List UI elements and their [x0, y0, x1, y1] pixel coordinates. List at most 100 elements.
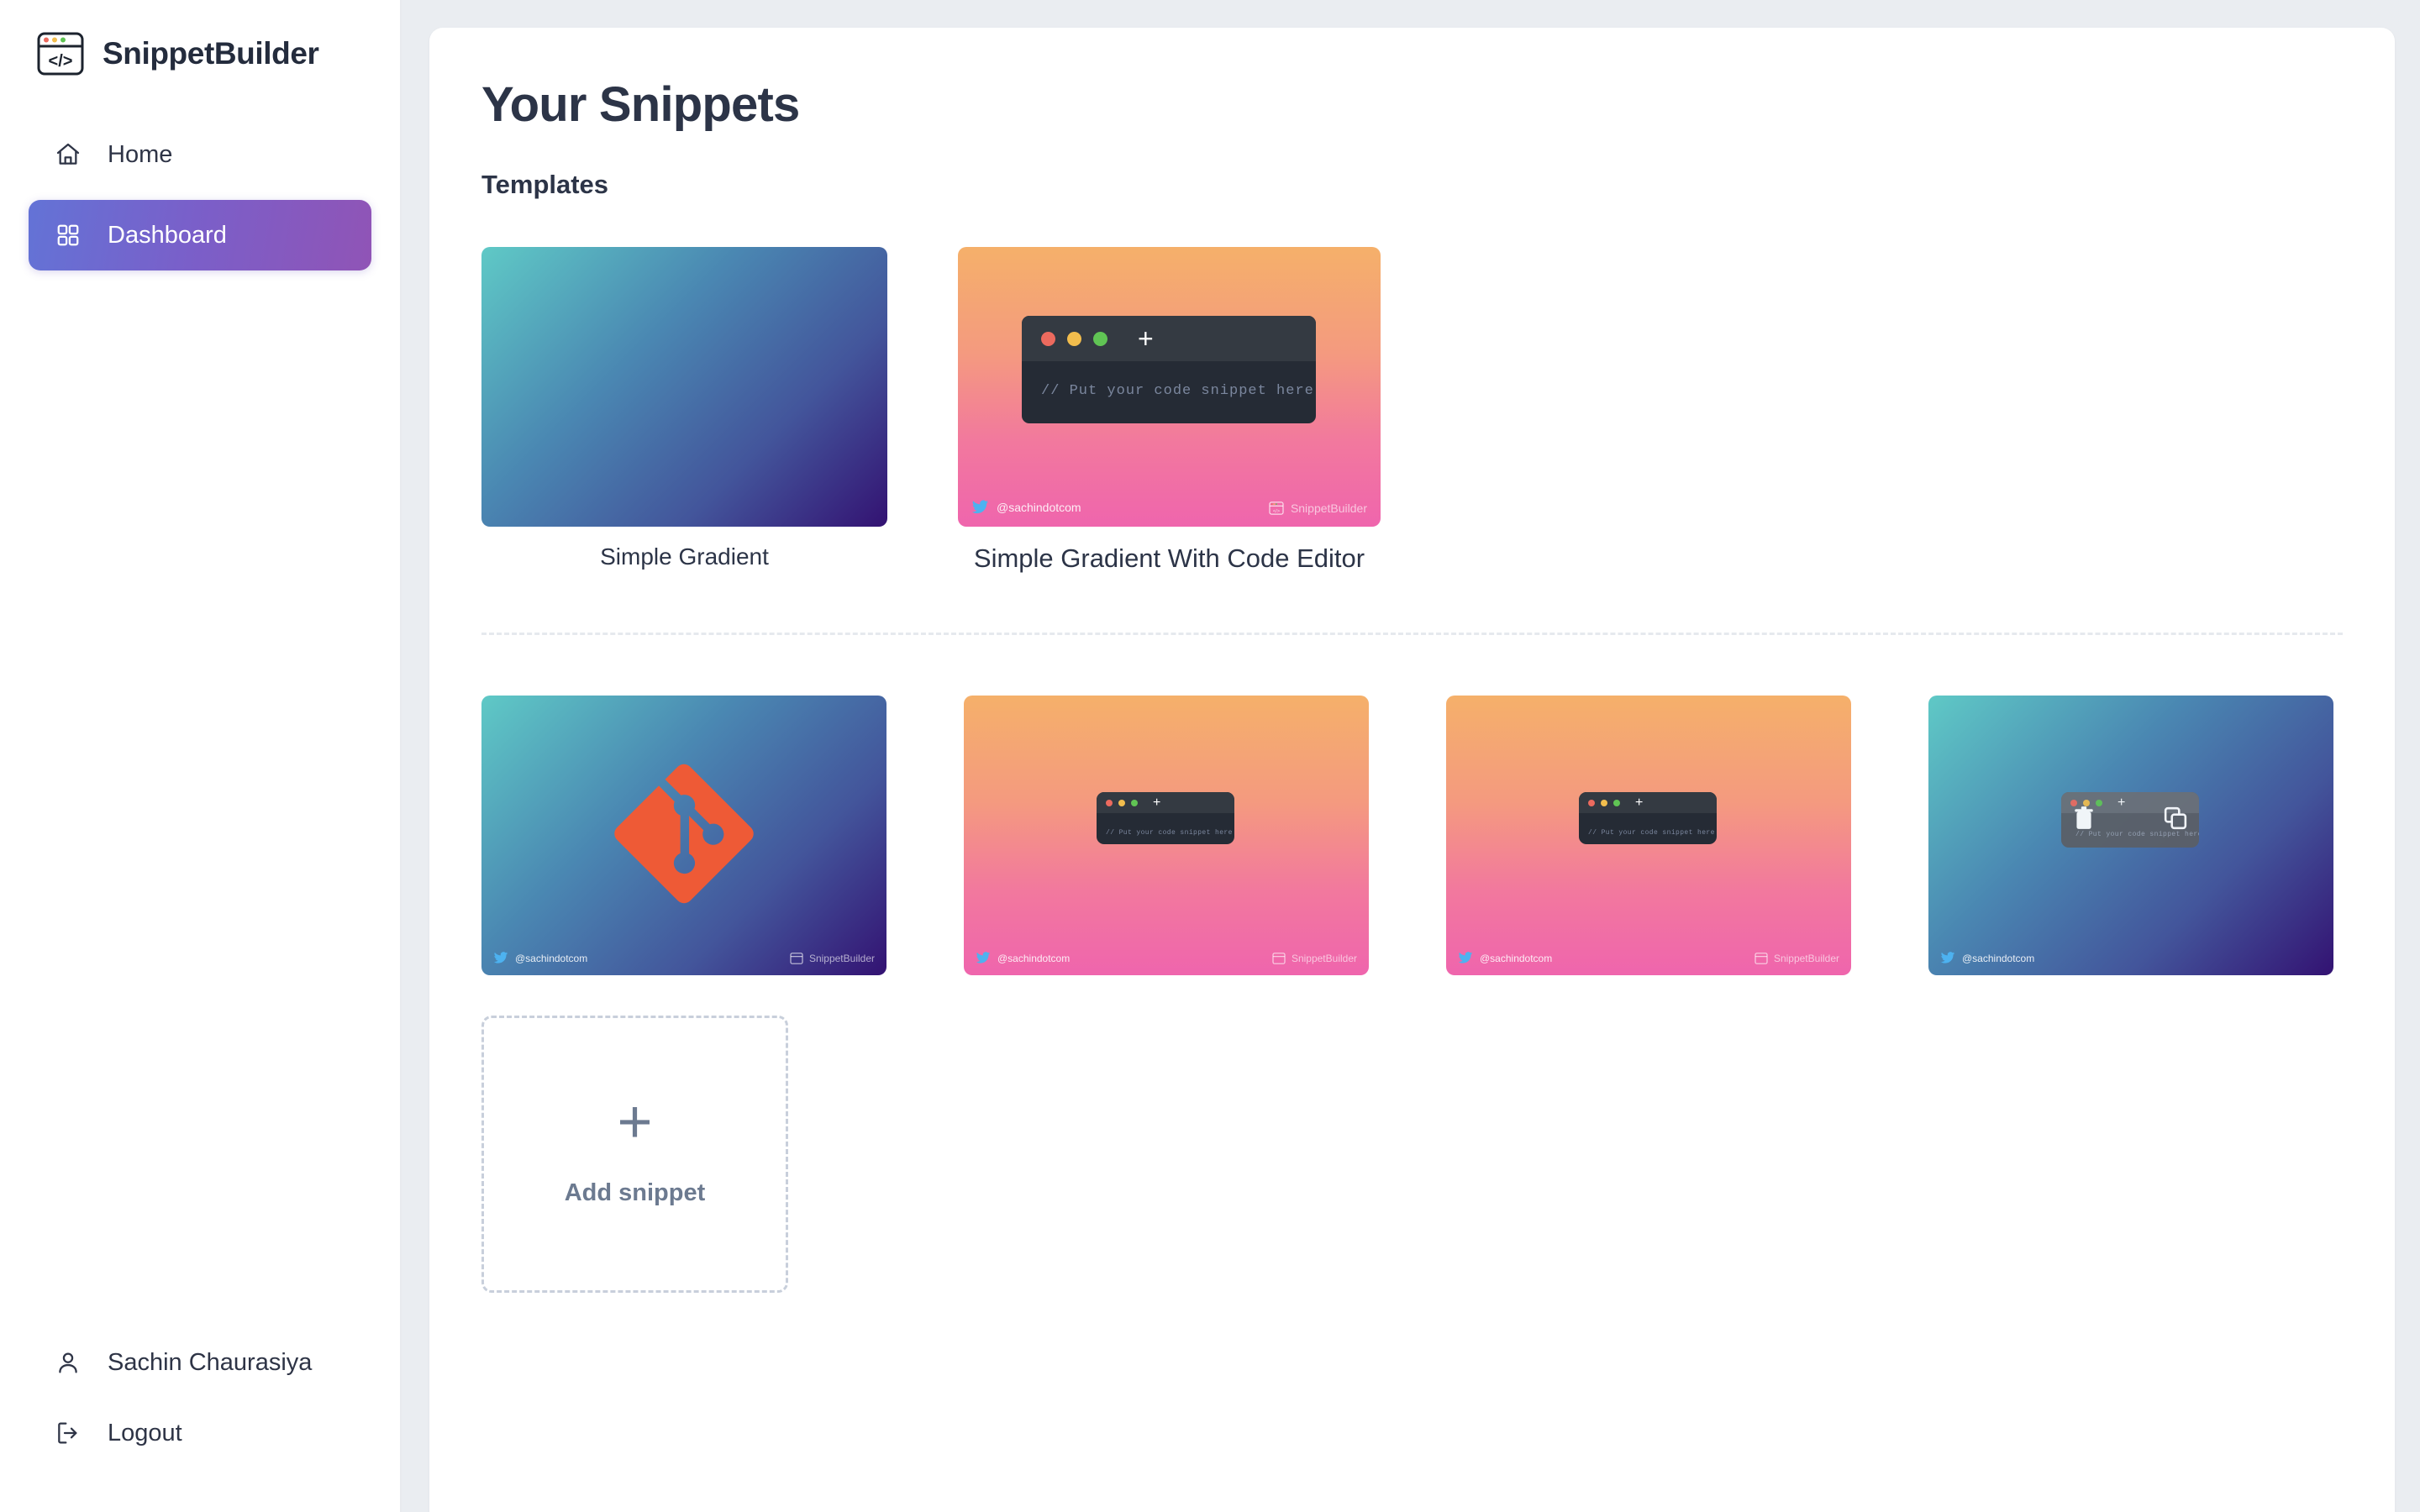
traffic-light-yellow-icon: [1118, 799, 1125, 806]
watermark-brand: SnippetBuilder: [1272, 953, 1357, 964]
sidebar-item-home-label: Home: [108, 140, 173, 168]
editor-body: // Put your code snippet here: [1579, 813, 1717, 838]
watermark-brand: SnippetBuilder: [1754, 953, 1839, 964]
user-name-label: Sachin Chaurasiya: [108, 1348, 313, 1376]
watermark-handle: @sachindotcom: [1962, 952, 2035, 964]
sidebar-item-home[interactable]: Home: [29, 119, 371, 190]
grid-icon: [54, 221, 82, 249]
editor-titlebar: +: [1022, 316, 1316, 361]
watermark-handle: @sachindotcom: [997, 952, 1071, 964]
logout-icon: [54, 1419, 82, 1447]
code-editor-preview: + // Put your code snippet here: [1022, 316, 1316, 423]
code-editor-preview: + // Put your code snippet here: [1579, 792, 1717, 844]
twitter-icon: [971, 500, 989, 514]
twitter-icon: [1458, 952, 1473, 963]
add-snippet-label: Add snippet: [564, 1179, 706, 1206]
traffic-light-yellow-icon: [1067, 331, 1081, 346]
code-window-icon: [1272, 953, 1286, 964]
brand-name: SnippetBuilder: [103, 36, 319, 71]
snippet-card[interactable]: @sachindotcom SnippetBuilder: [481, 696, 886, 975]
watermark-handle: @sachindotcom: [997, 501, 1081, 514]
snippet-preview: + // Put your code snippet here @sachind…: [964, 696, 1369, 975]
watermark-brand-label: SnippetBuilder: [808, 953, 875, 964]
code-window-icon: </>: [37, 32, 84, 76]
sidebar-item-dashboard-label: Dashboard: [108, 221, 227, 249]
editor-titlebar: +: [1097, 792, 1234, 813]
snippet-card[interactable]: + // Put your code snippet here @sachind…: [964, 696, 1369, 975]
snippet-card[interactable]: + // Put your code snippet here @sachind…: [1446, 696, 1851, 975]
sidebar-item-user[interactable]: Sachin Chaurasiya: [29, 1327, 371, 1398]
app-root: </> SnippetBuilder Home Dashboard Sachin…: [0, 0, 2420, 1512]
brand[interactable]: </> SnippetBuilder: [0, 0, 400, 76]
code-editor-preview: + // Put your code snippet here: [1097, 792, 1234, 844]
svg-text:</>: </>: [49, 52, 73, 71]
code-window-icon: [1754, 953, 1768, 964]
templates-row: Simple Gradient + // Put your code snipp…: [481, 247, 2395, 574]
sidebar-item-dashboard[interactable]: Dashboard: [29, 200, 371, 270]
code-window-icon: </>: [1269, 501, 1284, 515]
logout-label: Logout: [108, 1419, 182, 1446]
template-preview: + // Put your code snippet here @sachind…: [958, 247, 1381, 527]
template-card-simple-gradient-with-code-editor[interactable]: + // Put your code snippet here @sachind…: [958, 247, 1381, 574]
twitter-icon: [976, 952, 991, 963]
watermark-brand-label: SnippetBuilder: [1291, 953, 1357, 964]
svg-text:</>: </>: [1273, 509, 1281, 514]
traffic-light-red-icon: [1588, 799, 1595, 806]
template-card-simple-gradient[interactable]: Simple Gradient: [481, 247, 887, 570]
watermark-twitter: @sachindotcom: [493, 952, 587, 964]
code-window-icon: [790, 953, 803, 964]
traffic-light-yellow-icon: [1601, 799, 1607, 806]
code-placeholder-text: // Put your code snippet here: [1588, 829, 1715, 837]
template-card-label: Simple Gradient With Code Editor: [973, 543, 1365, 573]
template-preview: [481, 247, 887, 527]
editor-body: // Put your code snippet here: [1097, 813, 1234, 838]
code-placeholder-text: // Put your code snippet here: [1106, 829, 1233, 837]
watermark-twitter: @sachindotcom: [1458, 952, 1552, 964]
git-logo-icon: [613, 763, 755, 908]
section-title-templates: Templates: [481, 170, 609, 199]
traffic-light-red-icon: [1106, 799, 1113, 806]
code-placeholder-text: // Put your code snippet here: [1041, 383, 1314, 399]
sidebar: </> SnippetBuilder Home Dashboard Sachin…: [0, 0, 402, 1512]
page-title: Your Snippets: [481, 77, 800, 132]
watermark-brand-label: SnippetBuilder: [1290, 501, 1367, 515]
traffic-light-green-icon: [1131, 799, 1138, 806]
watermark-twitter: @sachindotcom: [976, 952, 1070, 964]
snippets-row: @sachindotcom SnippetBuilder + // Put yo…: [481, 696, 2395, 975]
content-panel: Your Snippets Templates Simple Gradient: [429, 28, 2395, 1512]
editor-titlebar: +: [1579, 792, 1717, 813]
delete-icon[interactable]: [2073, 806, 2095, 835]
traffic-light-green-icon: [1613, 799, 1620, 806]
sidebar-nav: Home Dashboard: [0, 119, 400, 281]
watermark-twitter: @sachindotcom: [1940, 952, 2034, 964]
logout-button[interactable]: Logout: [29, 1398, 371, 1468]
twitter-icon: [493, 952, 508, 963]
traffic-light-green-icon: [1093, 331, 1107, 346]
traffic-light-red-icon: [1041, 331, 1055, 346]
add-tab-icon[interactable]: +: [1153, 795, 1160, 810]
twitter-icon: [1940, 952, 1955, 963]
add-tab-icon[interactable]: +: [1138, 325, 1154, 352]
section-divider: [481, 633, 2343, 635]
sidebar-footer: Sachin Chaurasiya Logout: [0, 1327, 400, 1512]
watermark-brand-label: SnippetBuilder: [1773, 953, 1839, 964]
code-editor-preview: + // Put your code snippet here: [2061, 792, 2199, 848]
watermark-brand: SnippetBuilder: [790, 953, 875, 964]
main-area: Your Snippets Templates Simple Gradient: [402, 0, 2420, 1512]
watermark-handle: @sachindotcom: [1480, 952, 1553, 964]
watermark-handle: @sachindotcom: [515, 952, 588, 964]
watermark-twitter: @sachindotcom: [971, 500, 1081, 515]
copy-icon[interactable]: [2164, 806, 2187, 834]
home-icon: [54, 140, 82, 169]
snippet-preview: @sachindotcom SnippetBuilder: [481, 696, 886, 975]
plus-icon: +: [617, 1089, 653, 1157]
snippet-preview: + // Put your code snippet here @sachind…: [1446, 696, 1851, 975]
snippet-card[interactable]: + // Put your code snippet here @sachind…: [1928, 696, 2333, 975]
add-snippet-button[interactable]: + Add snippet: [481, 1016, 788, 1293]
template-card-label: Simple Gradient: [600, 543, 769, 570]
add-tab-icon[interactable]: +: [1635, 795, 1643, 810]
watermark-brand: </> SnippetBuilder: [1269, 501, 1367, 515]
snippet-hover-actions: [2061, 792, 2199, 848]
snippet-preview: + // Put your code snippet here @sachind…: [1928, 696, 2333, 975]
editor-body: // Put your code snippet here: [1022, 361, 1316, 399]
